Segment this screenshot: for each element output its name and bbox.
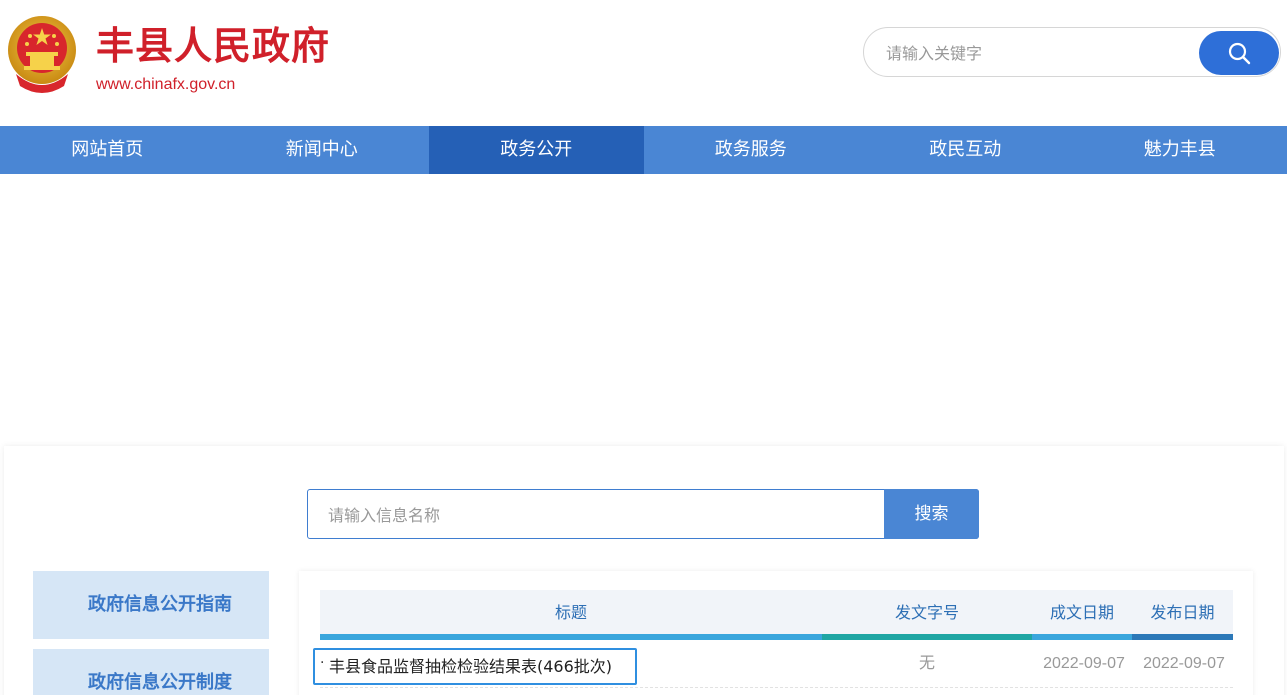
site-url[interactable]: www.chinafx.gov.cn	[96, 75, 235, 95]
nav-item-news[interactable]: 新闻中心	[215, 126, 430, 174]
nav-item-interaction[interactable]: 政民互动	[858, 126, 1073, 174]
sidebar-item-guide[interactable]: 政府信息公开指南	[33, 571, 269, 639]
row-title-text: 丰县食品监督抽检检验结果表(466批次)	[329, 657, 613, 676]
top-search-input[interactable]	[886, 40, 1186, 66]
table-header: 标题 发文字号 成文日期 发布日期	[320, 590, 1233, 636]
nav-item-gov-affairs[interactable]: 政务公开	[429, 126, 644, 174]
info-search-button[interactable]: 搜索	[884, 489, 979, 539]
nav-item-gov-services[interactable]: 政务服务	[644, 126, 859, 174]
main-nav: 网站首页 新闻中心 政务公开 政务服务 政民互动 魅力丰县	[0, 126, 1287, 174]
row-doc-number: 无	[918, 655, 935, 672]
column-header-published-date: 发布日期	[1150, 603, 1215, 622]
info-search-input[interactable]	[328, 502, 868, 528]
nav-item-home[interactable]: 网站首页	[0, 126, 215, 174]
row-published-date: 2022-09-07	[1143, 655, 1225, 672]
sidebar-item-system[interactable]: 政府信息公开制度	[33, 649, 269, 695]
site-title: 丰县人民政府	[96, 24, 331, 68]
row-title-link[interactable]: · 丰县食品监督抽检检验结果表(466批次)	[313, 648, 637, 685]
top-search-box	[863, 27, 1281, 77]
page: 丰县人民政府 www.chinafx.gov.cn 网站首页 新闻中心 政务公开…	[0, 0, 1287, 695]
row-created-date: 2022-09-07	[1043, 655, 1125, 672]
column-header-doc-number: 发文字号	[894, 603, 959, 622]
search-icon	[1228, 42, 1251, 65]
info-search-box: 搜索	[307, 489, 979, 539]
bullet-dot: ·	[320, 655, 325, 671]
column-header-title: 标题	[554, 603, 587, 622]
site-header: 丰县人民政府 www.chinafx.gov.cn	[0, 0, 1287, 126]
top-search-button[interactable]	[1199, 31, 1279, 75]
column-header-created-date: 成文日期	[1049, 603, 1114, 622]
national-emblem-icon[interactable]	[6, 14, 78, 94]
nav-item-charm[interactable]: 魅力丰县	[1073, 126, 1287, 174]
